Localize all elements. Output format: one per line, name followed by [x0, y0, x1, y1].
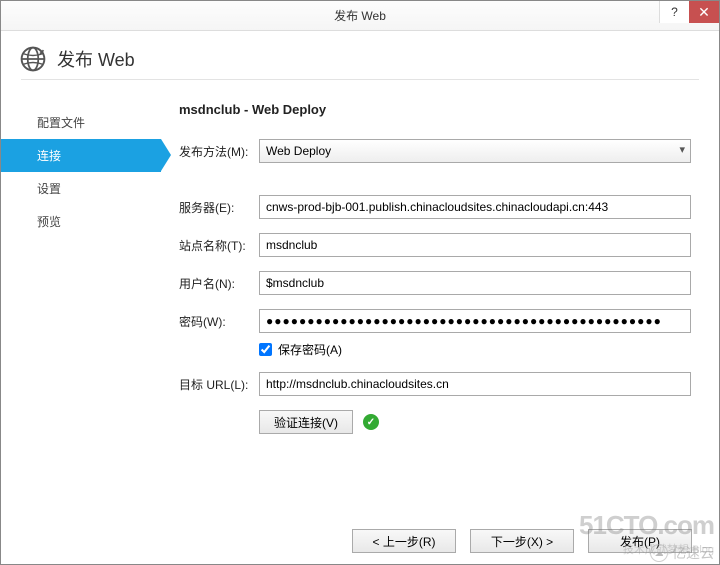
globe-icon	[19, 45, 47, 73]
header-title: 发布 Web	[57, 46, 135, 72]
page-title: msdnclub - Web Deploy	[179, 102, 691, 117]
username-label: 用户名(N):	[179, 275, 259, 292]
sidebar-item-preview[interactable]: 预览	[1, 205, 161, 238]
save-password-checkbox[interactable]	[259, 343, 272, 356]
sidebar-item-connection[interactable]: 连接	[1, 139, 161, 172]
sidebar: 配置文件 连接 设置 预览	[1, 88, 161, 434]
sitename-label: 站点名称(T):	[179, 237, 259, 254]
cloud-icon: ☁	[650, 544, 668, 562]
dialog-header: 发布 Web	[1, 31, 719, 79]
check-ok-icon: ✓	[363, 414, 379, 430]
desturl-input[interactable]	[259, 372, 691, 396]
watermark-brand: ☁ 亿速云	[650, 543, 714, 563]
verify-connection-button[interactable]: 验证连接(V)	[259, 410, 353, 434]
help-button[interactable]: ?	[659, 1, 689, 23]
window-title: 发布 Web	[1, 7, 719, 24]
server-input[interactable]	[259, 195, 691, 219]
server-label: 服务器(E):	[179, 199, 259, 216]
desturl-label: 目标 URL(L):	[179, 376, 259, 393]
sidebar-item-settings[interactable]: 设置	[1, 172, 161, 205]
publish-method-label: 发布方法(M):	[179, 143, 259, 160]
titlebar: 发布 Web ? ✕	[1, 1, 719, 31]
save-password-label: 保存密码(A)	[278, 341, 342, 358]
username-input[interactable]	[259, 271, 691, 295]
main-panel: msdnclub - Web Deploy 发布方法(M): Web Deplo…	[161, 88, 719, 434]
close-button[interactable]: ✕	[689, 1, 719, 23]
password-label: 密码(W):	[179, 313, 259, 330]
publish-method-select[interactable]: Web Deploy	[259, 139, 691, 163]
password-input[interactable]	[259, 309, 691, 333]
sidebar-item-profile[interactable]: 配置文件	[1, 106, 161, 139]
sitename-input[interactable]	[259, 233, 691, 257]
next-button[interactable]: 下一步(X) >	[470, 529, 574, 553]
prev-button[interactable]: < 上一步(R)	[352, 529, 456, 553]
